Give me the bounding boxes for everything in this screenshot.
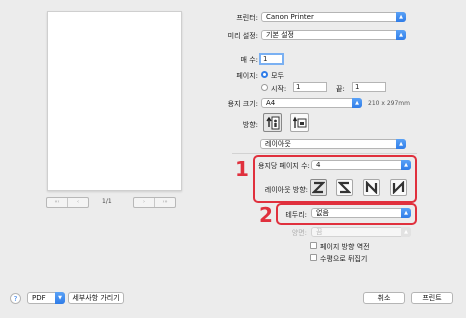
paper-size-select[interactable]: A4 ▲︎ <box>261 98 362 108</box>
pages-per-sheet-value: 4 <box>316 161 321 169</box>
pages-from-label: 시작: <box>271 85 287 93</box>
cancel-button[interactable]: 취소 <box>363 292 405 304</box>
border-select[interactable]: 없음 ▲︎ <box>311 208 411 218</box>
pages-all-radio[interactable] <box>261 71 268 78</box>
reverse-orientation-label: 페이지 방향 역전 <box>320 243 370 251</box>
preview-nav-forward-group: › ›» <box>133 197 176 208</box>
layout-reverse-z-button[interactable] <box>336 179 353 196</box>
chevron-down-icon: ▼︎ <box>55 292 65 304</box>
pages-to-label: 끝: <box>336 85 345 93</box>
hide-details-button[interactable]: 세부사항 가리기 <box>68 292 124 304</box>
orientation-label: 방향: <box>242 121 258 129</box>
chevron-updown-icon: ▲︎ <box>401 227 411 237</box>
section-divider <box>232 153 417 154</box>
pages-per-sheet-select[interactable]: 4 ▲︎ <box>311 160 411 170</box>
layout-direction-label: 레이아웃 방향: <box>264 186 308 194</box>
callout-number-2: 2 <box>259 203 273 227</box>
pages-per-sheet-label: 용지당 페이지 수: <box>258 162 310 170</box>
flip-horizontal-checkbox[interactable] <box>310 254 317 261</box>
chevron-updown-icon: ▲︎ <box>396 30 406 40</box>
reverse-orientation-checkbox[interactable] <box>310 242 317 249</box>
preset-value: 기본 설정 <box>266 31 294 39</box>
layout-reverse-n-button[interactable] <box>390 179 407 196</box>
copies-input[interactable]: 1 <box>259 53 284 65</box>
pages-to-input[interactable]: 1 <box>352 82 386 92</box>
print-preview-page <box>47 11 182 191</box>
preview-nav-back-group: «‹ ‹ <box>46 197 89 208</box>
print-button[interactable]: 프린트 <box>411 292 453 304</box>
layout-n-button[interactable] <box>363 179 380 196</box>
paper-size-value: A4 <box>266 99 276 107</box>
preset-select[interactable]: 기본 설정 ▲︎ <box>261 30 406 40</box>
preset-label: 미리 설정: <box>227 32 258 40</box>
pages-all-label: 모두 <box>271 72 284 80</box>
duplex-label: 양면: <box>291 229 307 237</box>
duplex-select[interactable]: 끔 ▲︎ <box>311 227 411 237</box>
pages-label: 페이지: <box>236 72 258 80</box>
section-select[interactable]: 레이아웃 ▲︎ <box>260 139 406 149</box>
border-value: 없음 <box>316 209 329 217</box>
chevron-updown-icon: ▲︎ <box>396 12 406 22</box>
chevron-updown-icon: ▲︎ <box>396 139 406 149</box>
landscape-button[interactable] <box>290 113 309 132</box>
pages-range-radio[interactable] <box>261 84 268 91</box>
pdf-menu-button[interactable]: PDF ▼︎ <box>27 292 65 304</box>
pages-from-input[interactable]: 1 <box>293 82 327 92</box>
border-label: 테두리: <box>285 211 307 219</box>
chevron-updown-icon: ▲︎ <box>352 98 362 108</box>
chevron-updown-icon: ▲︎ <box>401 160 411 170</box>
copies-label: 매 수: <box>240 56 258 64</box>
chevron-updown-icon: ▲︎ <box>401 208 411 218</box>
printer-select[interactable]: Canon Printer ▲︎ <box>261 12 406 22</box>
landscape-orientation-icon <box>292 116 306 128</box>
last-page-button[interactable]: ›» <box>154 198 175 207</box>
layout-z-button[interactable] <box>310 179 327 196</box>
z-order-icon <box>312 181 325 194</box>
portrait-button[interactable] <box>263 113 282 132</box>
pdf-label: PDF <box>32 294 46 302</box>
n-order-icon <box>365 181 378 194</box>
callout-number-1: 1 <box>235 157 249 181</box>
next-page-button[interactable]: › <box>134 198 154 207</box>
paper-dimensions: 210 x 297mm <box>368 100 410 107</box>
reverse-n-order-icon <box>392 181 405 194</box>
printer-value: Canon Printer <box>266 13 314 21</box>
portrait-orientation-icon <box>265 116 279 129</box>
paper-size-label: 용지 크기: <box>227 100 258 108</box>
help-button[interactable]: ? <box>10 293 21 304</box>
reverse-z-order-icon <box>338 181 351 194</box>
duplex-value: 끔 <box>316 228 323 236</box>
page-count: 1/1 <box>102 198 112 205</box>
previous-page-button[interactable]: ‹ <box>67 198 88 207</box>
printer-label: 프린터: <box>236 14 258 22</box>
flip-horizontal-label: 수평으로 뒤집기 <box>320 255 368 263</box>
first-page-button[interactable]: «‹ <box>47 198 67 207</box>
section-value: 레이아웃 <box>265 140 291 148</box>
